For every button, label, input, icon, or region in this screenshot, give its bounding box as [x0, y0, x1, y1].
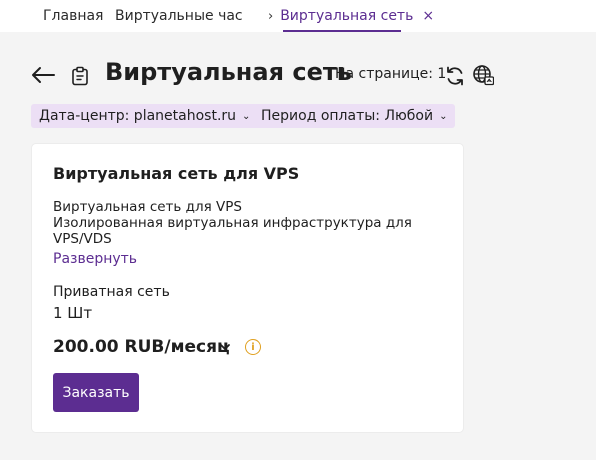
chevron-down-icon: ⌄ [439, 110, 448, 122]
private-network-label: Приватная сеть [53, 284, 170, 300]
price-selector[interactable]: 200.00 RUB/месяц [53, 337, 230, 357]
product-description: Виртуальная сеть для VPS Изолированная в… [53, 199, 413, 247]
datacenter-filter-label: Дата-центр: planetahost.ru [39, 108, 237, 124]
tab-home-label: Главная [43, 8, 104, 24]
globe-icon[interactable] [472, 64, 494, 86]
expand-link[interactable]: Развернуть [53, 251, 137, 267]
tab-virtual-network-label: Виртуальная сеть [280, 8, 414, 24]
page: Главная Виртуальные час › Виртуальная се… [0, 0, 596, 460]
datacenter-filter[interactable]: Дата-центр: planetahost.ru ⌄ [31, 104, 259, 128]
product-description-line: Виртуальная сеть для VPS [53, 199, 242, 215]
page-title: Виртуальная сеть [105, 58, 352, 86]
tab-virtual-network[interactable]: › Виртуальная сеть × [268, 0, 434, 32]
clipboard-icon [72, 66, 88, 86]
info-icon[interactable]: i [245, 339, 261, 355]
product-description-line: Изолированная виртуальная инфраструктура… [53, 215, 412, 231]
per-page-selector[interactable]: На странице: 1 [335, 66, 446, 82]
tab-virtual-machines-label: Виртуальные час [115, 8, 243, 24]
quantity-value: 1 Шт [53, 304, 93, 322]
chevron-down-icon[interactable] [218, 340, 232, 354]
tab-bar: Главная Виртуальные час › Виртуальная се… [0, 0, 596, 32]
order-button[interactable]: Заказать [53, 373, 139, 412]
back-arrow-icon[interactable] [30, 62, 56, 88]
close-icon[interactable]: × [422, 8, 434, 24]
payment-period-filter[interactable]: Период оплаты: Любой ⌄ [253, 104, 456, 128]
product-description-line: VPS/VDS [53, 231, 112, 247]
product-card: Виртуальная сеть для VPS Виртуальная сет… [31, 143, 464, 433]
chevron-down-icon: ⌄ [242, 110, 251, 122]
refresh-icon[interactable] [444, 65, 466, 87]
product-title: Виртуальная сеть для VPS [53, 164, 300, 183]
tab-home[interactable]: Главная [43, 0, 103, 32]
active-tab-indicator [283, 30, 401, 32]
payment-period-filter-label: Период оплаты: Любой [261, 108, 434, 124]
chevron-right-icon: › [268, 8, 274, 24]
tab-virtual-machines[interactable]: Виртуальные час [115, 0, 245, 32]
